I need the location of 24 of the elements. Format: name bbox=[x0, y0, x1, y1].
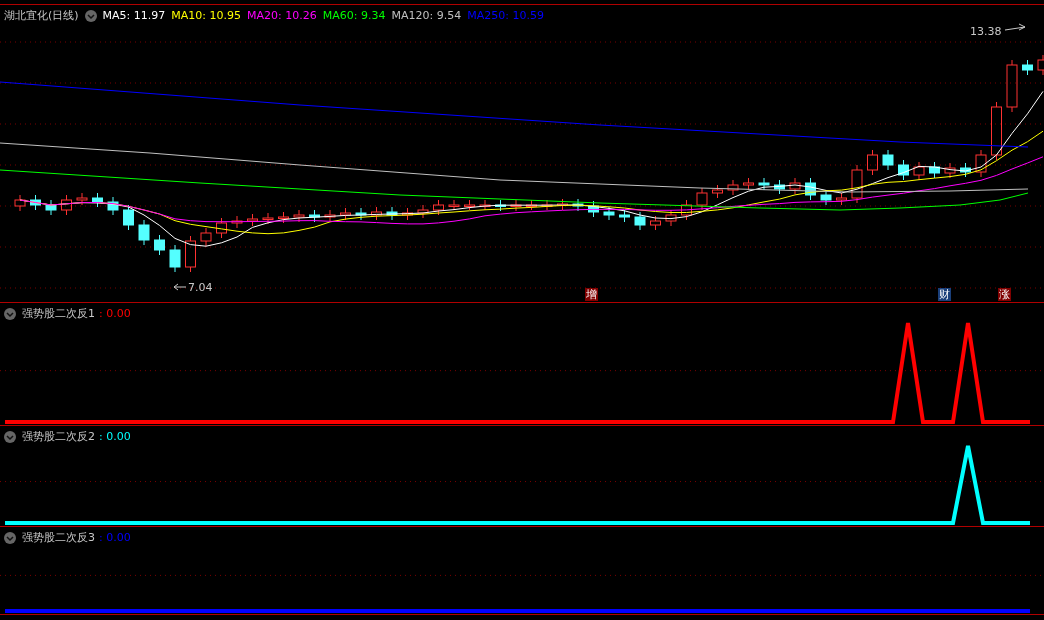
event-marker[interactable]: 增 bbox=[585, 288, 598, 301]
moving-average-value: MA120: 9.54 bbox=[391, 9, 462, 22]
dropdown-icon[interactable] bbox=[4, 531, 16, 544]
indicator-value: : 0.00 bbox=[99, 531, 131, 544]
arrow-icon bbox=[173, 283, 187, 291]
high-price-label: 13.38 bbox=[970, 25, 1002, 38]
moving-average-value: MA5: 11.97 bbox=[102, 9, 166, 22]
event-marker[interactable]: 涨 bbox=[998, 288, 1011, 301]
dropdown-icon[interactable] bbox=[84, 9, 97, 22]
dropdown-icon[interactable] bbox=[4, 307, 16, 320]
indicator-value: : 0.00 bbox=[99, 307, 131, 320]
arrow-icon bbox=[1004, 23, 1026, 31]
indicator-name: 强势股二次反2 bbox=[22, 429, 95, 444]
indicator-name: 强势股二次反1 bbox=[22, 306, 95, 321]
indicator-name: 强势股二次反3 bbox=[22, 530, 95, 545]
moving-average-value: MA20: 10.26 bbox=[247, 9, 317, 22]
moving-average-value: MA60: 9.34 bbox=[322, 9, 386, 22]
chart-title: 湖北宜化(日线) bbox=[4, 8, 79, 23]
moving-average-value: MA10: 10.95 bbox=[171, 9, 242, 22]
indicator-value: : 0.00 bbox=[99, 430, 131, 443]
event-marker[interactable]: 财 bbox=[938, 288, 951, 301]
low-price-label: 7.04 bbox=[188, 281, 213, 294]
moving-average-value: MA250: 10.59 bbox=[467, 9, 544, 22]
dropdown-icon[interactable] bbox=[4, 430, 16, 443]
